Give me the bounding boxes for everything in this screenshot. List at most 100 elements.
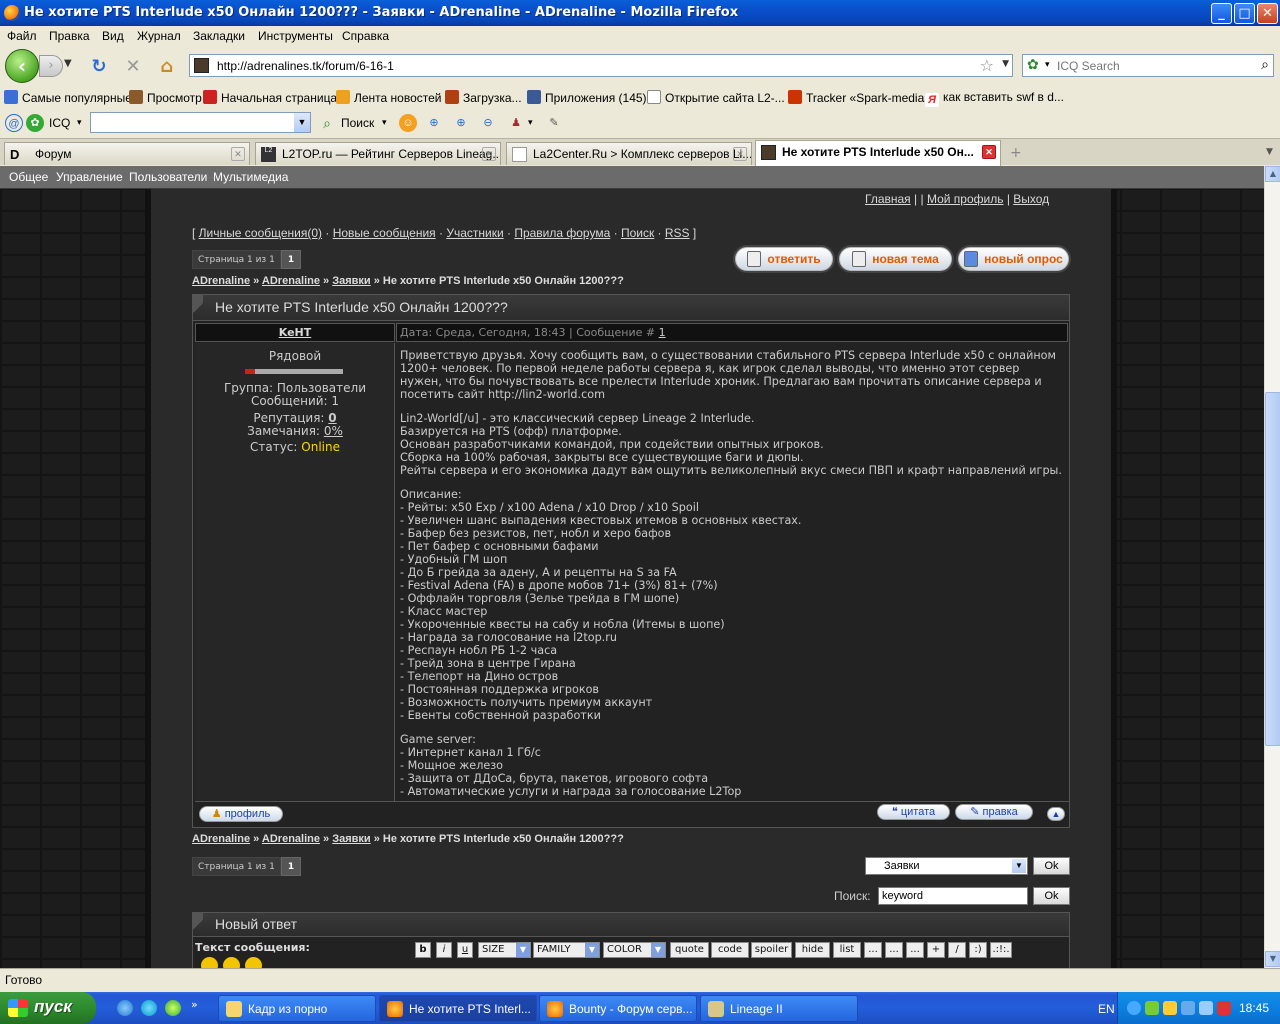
underline-button[interactable]: u xyxy=(457,942,473,958)
tray-network-icon[interactable] xyxy=(1181,1001,1195,1015)
chevron-down-icon[interactable]: ▼ xyxy=(585,943,599,957)
size-select[interactable]: SIZE ▼ xyxy=(478,942,531,958)
search-input[interactable] xyxy=(1057,57,1253,74)
taskbar-item-lineage[interactable]: Lineage II xyxy=(700,995,858,1022)
family-select[interactable]: FAMILY ▼ xyxy=(533,942,600,958)
tab-la2center[interactable]: La2Center.Ru > Комплекс серверов Li... ✕ xyxy=(506,142,752,165)
link-my-profile[interactable]: Мой профиль xyxy=(927,192,1004,206)
maximize-button[interactable]: □ xyxy=(1234,3,1255,24)
scroll-down-arrow-icon[interactable]: ▼ xyxy=(1265,951,1280,967)
link-search[interactable]: Поиск xyxy=(621,226,654,240)
code-tag-button[interactable]: code xyxy=(711,942,749,958)
italic-button[interactable]: i xyxy=(436,942,452,958)
zoom-in-icon[interactable]: ⊕ xyxy=(452,114,470,132)
vertical-scrollbar[interactable]: ▲ ▼ xyxy=(1264,166,1280,968)
scrollbar-thumb[interactable] xyxy=(1265,392,1280,746)
link-members[interactable]: Участники xyxy=(446,226,503,240)
editor-extra-button[interactable]: ... xyxy=(864,942,882,958)
menu-edit[interactable]: Правка xyxy=(49,29,90,43)
tray-collapse-icon[interactable] xyxy=(1127,1001,1141,1015)
new-tab-plus-icon[interactable]: + xyxy=(1010,145,1022,161)
chevron-down-icon[interactable]: ▼ xyxy=(651,943,665,957)
forum-search-value[interactable]: keyword xyxy=(882,890,923,902)
address-bar[interactable]: http://adrenalines.tk/forum/6-16-1 ☆ ▼ xyxy=(189,54,1013,77)
bookmark-l2-site[interactable]: Открытие сайта L2-... xyxy=(647,90,785,105)
tab-l2top[interactable]: L2 L2TOP.ru — Рейтинг Серверов Lineag...… xyxy=(255,142,501,165)
tray-icq-icon[interactable] xyxy=(1145,1001,1159,1015)
menu-help[interactable]: Справка xyxy=(342,29,389,43)
nav-users[interactable]: Пользователи xyxy=(129,170,207,184)
window-title-bar[interactable]: Не хотите PTS Interlude x50 Онлайн 1200?… xyxy=(0,0,1280,26)
search-magnifier-icon[interactable]: ⌕ xyxy=(318,114,336,132)
edit-button[interactable]: ✎ правка xyxy=(955,804,1033,820)
color-select[interactable]: COLOR ▼ xyxy=(603,942,666,958)
scroll-top-arrow-icon[interactable]: ▲ xyxy=(1047,807,1065,821)
tray-messenger-icon[interactable] xyxy=(1163,1001,1177,1015)
editor-extra-button[interactable]: ... xyxy=(906,942,924,958)
search-box[interactable]: ✿ ▾ ⌕ xyxy=(1022,54,1274,77)
editor-slash-button[interactable]: / xyxy=(948,942,966,958)
breadcrumb-root[interactable]: ADrenaline xyxy=(192,833,250,845)
chevron-down-icon[interactable]: ▼ xyxy=(294,113,310,132)
search-magnifier-icon[interactable]: ⌕ xyxy=(1261,57,1269,73)
internet-explorer-icon[interactable] xyxy=(117,1000,133,1016)
quicklaunch-more-icon[interactable]: » xyxy=(191,998,198,1011)
search-engine-dropdown-icon[interactable]: ▾ xyxy=(1045,60,1050,70)
skype-icon[interactable] xyxy=(141,1000,157,1016)
forum-search-input[interactable]: keyword xyxy=(878,887,1028,905)
editor-extra-button[interactable]: ... xyxy=(885,942,903,958)
tab-close-icon[interactable]: ✕ xyxy=(982,145,996,159)
chevron-down-icon[interactable]: ▼ xyxy=(516,943,530,957)
zoom-out-icon[interactable]: ⊖ xyxy=(479,114,497,132)
tab-forum[interactable]: D Форум ✕ xyxy=(4,142,250,165)
pager-page-1[interactable]: 1 xyxy=(280,857,302,876)
language-indicator[interactable]: EN xyxy=(1098,1002,1115,1016)
list-tag-button[interactable]: list xyxy=(833,942,861,958)
pager-page-1[interactable]: 1 xyxy=(280,250,302,269)
icq-search-combo[interactable]: ▼ xyxy=(90,112,311,133)
breadcrumb-section[interactable]: Заявки xyxy=(332,275,370,287)
breadcrumb-section[interactable]: Заявки xyxy=(332,833,370,845)
link-logout[interactable]: Выход xyxy=(1013,192,1049,206)
bookmark-tracker[interactable]: Tracker «Spark-media» xyxy=(788,90,931,105)
nav-general[interactable]: Общее xyxy=(9,170,48,184)
post-author[interactable]: KeHT xyxy=(195,323,395,342)
menu-history[interactable]: Журнал xyxy=(137,29,181,43)
scroll-up-arrow-icon[interactable]: ▲ xyxy=(1265,166,1280,182)
link-new-messages[interactable]: Новые сообщения xyxy=(333,226,436,240)
user-dropdown-icon[interactable]: ▾ xyxy=(528,117,533,128)
messenger-icon[interactable]: ☺ xyxy=(399,114,417,132)
post-number-link[interactable]: 1 xyxy=(659,326,666,339)
breadcrumb-forum[interactable]: ADrenaline xyxy=(262,833,320,845)
bookmark-browse[interactable]: Просмотр xyxy=(129,90,202,105)
user-icon[interactable]: ♟ xyxy=(507,114,525,132)
editor-smile-button[interactable]: :) xyxy=(969,942,987,958)
reply-button[interactable]: ответить xyxy=(735,247,833,271)
bookmark-apps[interactable]: Приложения (145) xyxy=(527,90,647,105)
link-forum-rules[interactable]: Правила форума xyxy=(514,226,610,240)
start-button[interactable]: пуск xyxy=(0,992,96,1024)
forward-arrow-icon[interactable]: › xyxy=(39,55,63,77)
breadcrumb-root[interactable]: ADrenaline xyxy=(192,275,250,287)
zoom-icon[interactable]: ⊕ xyxy=(425,114,443,132)
url-dropdown-icon[interactable]: ▼ xyxy=(1002,59,1009,69)
new-poll-button[interactable]: новый опрос xyxy=(958,247,1069,271)
url-text[interactable]: http://adrenalines.tk/forum/6-16-1 xyxy=(217,59,394,73)
editor-special-button[interactable]: .:!:. xyxy=(990,942,1012,958)
icq-dropdown-icon[interactable]: ▾ xyxy=(77,117,82,128)
bookmark-start-page[interactable]: Начальная страница xyxy=(203,90,337,105)
tab-close-icon[interactable]: ✕ xyxy=(231,147,245,161)
tray-antivirus-icon[interactable] xyxy=(1217,1001,1231,1015)
forum-jump-ok-button[interactable]: Ok xyxy=(1033,857,1070,875)
taskbar-item-bounty[interactable]: Bounty - Форум серв... xyxy=(539,995,697,1022)
menu-view[interactable]: Вид xyxy=(102,29,124,43)
icq-search-button[interactable]: Поиск xyxy=(341,116,374,130)
menu-file[interactable]: Файл xyxy=(7,29,37,43)
warnings-value[interactable]: 0% xyxy=(324,424,343,438)
menu-tools[interactable]: Инструменты xyxy=(258,29,333,43)
chevron-down-icon[interactable]: ▼ xyxy=(1012,859,1026,873)
at-sign-icon[interactable]: @ xyxy=(5,114,23,132)
menu-bookmarks[interactable]: Закладки xyxy=(193,29,245,43)
tray-volume-icon[interactable] xyxy=(1199,1001,1213,1015)
icq-flower-icon[interactable]: ✿ xyxy=(1027,57,1039,73)
